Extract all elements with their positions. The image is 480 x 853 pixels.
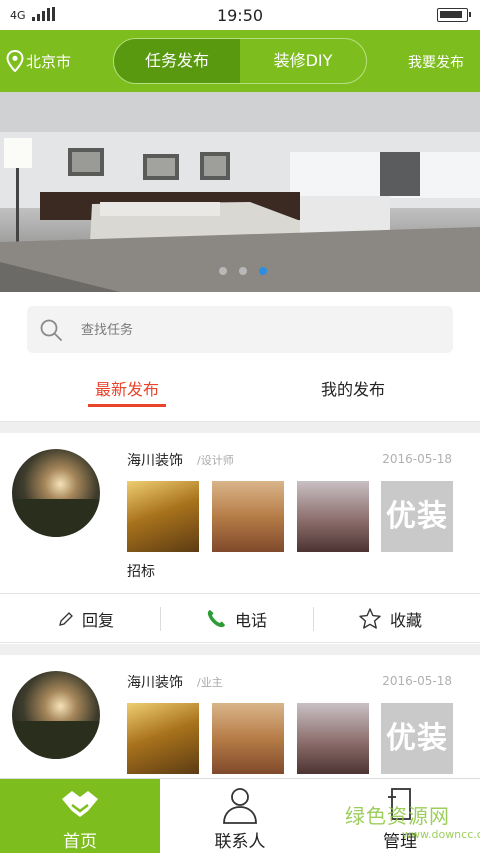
publish-tabs: 最新发布 我的发布	[0, 370, 480, 422]
nav-contacts-label: 联系人	[214, 832, 266, 852]
location-pin-icon	[6, 50, 24, 72]
post-thumbnail[interactable]	[212, 703, 284, 774]
carousel-dots	[219, 267, 267, 275]
status-bar: 4G 19:50	[0, 0, 480, 30]
phone-icon	[207, 610, 225, 628]
poster-role: /设计师	[197, 454, 234, 467]
search-input[interactable]	[81, 316, 421, 344]
city-label: 北京市	[26, 52, 72, 71]
post-actions: 回复 电话 收藏	[0, 593, 480, 643]
carousel-dot-active[interactable]	[259, 267, 267, 275]
favorite-label: 收藏	[390, 611, 423, 630]
reply-label: 回复	[82, 611, 115, 630]
post-thumbnail[interactable]	[127, 481, 199, 552]
handshake-icon	[62, 791, 98, 817]
city-selector[interactable]: 北京市	[6, 50, 71, 72]
poster-role: /业主	[197, 676, 223, 689]
active-tab-indicator	[88, 404, 166, 407]
phone-label: 电话	[235, 611, 268, 630]
nav-home-label: 首页	[63, 832, 97, 852]
favorite-button[interactable]: 收藏	[358, 594, 422, 644]
person-icon	[223, 788, 257, 824]
watermark-url: www.downcc.com	[402, 828, 480, 841]
avatar[interactable]	[12, 671, 100, 759]
tab-mine[interactable]: 我的发布	[308, 376, 398, 400]
list-item[interactable]: 海川装饰 /业主 2016-05-18 优装	[0, 655, 480, 778]
banner-carousel[interactable]	[0, 92, 480, 292]
divider	[160, 607, 161, 631]
list-item[interactable]: 海川装饰 /设计师 2016-05-18 优装 招标	[0, 433, 480, 593]
search-icon	[40, 319, 62, 341]
divider	[313, 607, 314, 631]
divider	[0, 422, 480, 433]
poster-name: 海川装饰	[127, 453, 183, 469]
divider	[0, 644, 480, 655]
post-thumbnail-placeholder[interactable]: 优装	[381, 703, 453, 774]
post-thumbnail[interactable]	[127, 703, 199, 774]
watermark-text: 绿色资源网	[345, 804, 450, 828]
bedroom-banner-image	[0, 92, 480, 292]
carousel-dot[interactable]	[239, 267, 247, 275]
tab-renovation-diy[interactable]: 装修DIY	[240, 39, 366, 83]
nav-contacts[interactable]: 联系人	[160, 779, 320, 853]
mode-switch: 任务发布 装修DIY	[113, 38, 367, 84]
search-bar	[27, 306, 453, 353]
post-date: 2016-05-18	[382, 674, 452, 688]
post-thumbnail[interactable]	[297, 703, 369, 774]
post-description: 招标	[127, 564, 155, 580]
post-thumbnail[interactable]	[297, 481, 369, 552]
carousel-dot[interactable]	[219, 267, 227, 275]
battery-icon	[437, 8, 471, 22]
pencil-icon	[59, 612, 73, 626]
post-thumbnail-placeholder[interactable]: 优装	[381, 481, 453, 552]
phone-button[interactable]: 电话	[205, 594, 267, 644]
publish-button[interactable]: 我要发布	[408, 52, 464, 72]
app-header: 北京市 任务发布 装修DIY 我要发布	[0, 30, 480, 92]
avatar[interactable]	[12, 449, 100, 537]
post-date: 2016-05-18	[382, 452, 452, 466]
tab-latest[interactable]: 最新发布	[88, 376, 166, 400]
poster-name: 海川装饰	[127, 675, 183, 691]
post-thumbnail[interactable]	[212, 481, 284, 552]
nav-home[interactable]: 首页	[0, 779, 160, 853]
tab-task-publish[interactable]: 任务发布	[114, 39, 240, 83]
reply-button[interactable]: 回复	[58, 594, 114, 644]
clock: 19:50	[216, 6, 264, 25]
star-icon	[359, 608, 381, 629]
